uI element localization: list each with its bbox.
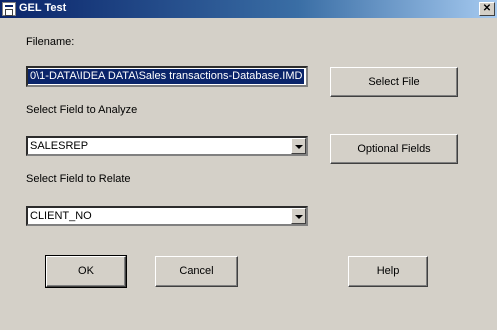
close-button[interactable]: ✕ xyxy=(479,2,495,16)
help-label: Help xyxy=(376,265,400,277)
ok-button[interactable]: OK xyxy=(45,255,127,288)
relate-label: Select Field to Relate xyxy=(26,173,131,185)
window-title: GEL Test xyxy=(19,2,67,14)
optional-fields-label: Optional Fields xyxy=(357,143,431,155)
optional-fields-button[interactable]: Optional Fields xyxy=(330,134,458,164)
app-icon xyxy=(2,2,16,16)
help-button[interactable]: Help xyxy=(348,256,428,287)
select-file-button[interactable]: Select File xyxy=(330,67,458,97)
analyze-label: Select Field to Analyze xyxy=(26,104,138,116)
filename-value: 0\1-DATA\IDEA DATA\Sales transactions-Da… xyxy=(28,69,305,84)
relate-field-dropdown[interactable]: CLIENT_NO xyxy=(26,206,308,226)
analyze-field-dropdown[interactable]: SALESREP xyxy=(26,136,308,156)
relate-field-value: CLIENT_NO xyxy=(30,210,92,222)
select-file-label: Select File xyxy=(368,76,420,88)
filename-label: Filename: xyxy=(26,36,75,48)
title-bar: GEL Test ✕ xyxy=(0,0,497,18)
cancel-button[interactable]: Cancel xyxy=(155,256,238,287)
chevron-down-icon[interactable] xyxy=(291,208,306,224)
filename-field[interactable]: 0\1-DATA\IDEA DATA\Sales transactions-Da… xyxy=(26,66,308,87)
close-icon: ✕ xyxy=(482,3,492,14)
analyze-field-value: SALESREP xyxy=(30,140,89,152)
ok-label: OK xyxy=(78,265,94,277)
cancel-label: Cancel xyxy=(179,265,214,277)
chevron-down-icon[interactable] xyxy=(291,138,306,154)
